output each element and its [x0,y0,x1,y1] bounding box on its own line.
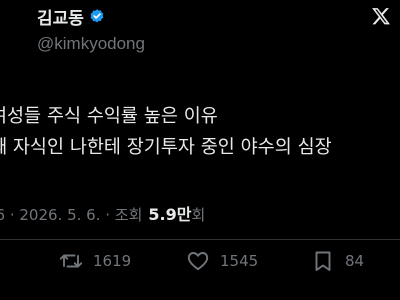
author-name-row[interactable]: 김교동 [37,4,106,29]
bookmark-icon [315,251,331,271]
like-button[interactable]: 1545 [186,249,258,273]
post-text-line: 째 자식인 나한테 장기투자 중인 야수의 심장 [0,137,332,158]
bookmark-button[interactable]: 84 [311,249,364,273]
like-count: 1545 [220,252,259,270]
heart-icon [187,252,209,271]
verified-badge-icon [90,8,104,22]
view-count: 5.9만 [148,205,192,224]
x-logo-icon[interactable] [371,6,391,26]
post-text-line: 여성들 주식 수익률 높은 이유 [0,106,218,127]
repost-icon [59,254,83,268]
repost-button[interactable]: 1619 [59,249,131,273]
repost-count: 1619 [93,252,132,270]
bookmark-count: 84 [345,252,365,270]
view-count-suffix: 회 [191,206,206,224]
action-bar: 1619 1545 84 [0,249,400,279]
author-handle[interactable]: @kimkyodong [37,34,145,54]
post-text: 여성들 주식 수익률 높은 이유 째 자식인 나한테 장기투자 중인 야수의 심… [0,101,400,163]
author-display-name[interactable]: 김교동 [37,4,84,29]
divider [0,239,400,240]
post-timestamp[interactable]: 26 · 2026. 5. 6. · 조회 [0,204,142,225]
post-meta: 26 · 2026. 5. 6. · 조회 5.9만 회 [0,201,205,225]
